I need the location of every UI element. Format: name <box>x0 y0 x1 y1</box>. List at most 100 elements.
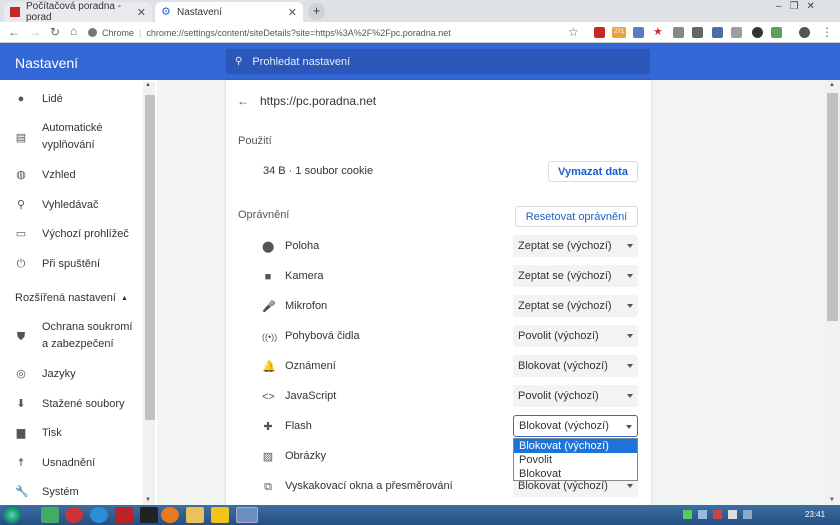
search-placeholder: Prohledat nastavení <box>252 55 351 68</box>
sidebar-item-appearance[interactable]: ◍ Vzhled <box>0 166 142 184</box>
taskbar-chrome-icon[interactable] <box>236 507 258 523</box>
sidebar-item-privacy[interactable]: ⛊ Ochrana soukromí a zabezpečení <box>0 319 142 355</box>
extension-window-icon[interactable] <box>712 27 723 38</box>
extension-shield-icon[interactable] <box>594 27 605 38</box>
scroll-down-icon[interactable]: ▼ <box>829 497 835 503</box>
sidebar-item-people[interactable]: ● Lidé <box>0 90 142 108</box>
camera-icon: ■ <box>264 271 272 283</box>
extension-badge-icon[interactable] <box>673 27 684 38</box>
permission-label: Pohybová čidla <box>285 330 360 342</box>
search-input[interactable]: ⚲ Prohledat nastavení <box>226 49 650 74</box>
sidebar-item-default-browser[interactable]: ▭ Výchozí prohlížeč <box>0 225 142 243</box>
poradna-favicon-icon <box>10 7 20 17</box>
close-tab-icon[interactable]: ✕ <box>288 6 297 19</box>
extension-download-icon[interactable] <box>731 27 742 38</box>
tab-title: Počítačová poradna - porad <box>26 1 122 23</box>
taskbar-app4-icon[interactable] <box>211 507 229 523</box>
extension-q-icon[interactable] <box>692 27 703 38</box>
dropdown-option[interactable]: Blokovat <box>514 467 637 481</box>
tray-app-icon[interactable] <box>743 510 752 519</box>
permission-label: Kamera <box>285 270 324 282</box>
close-tab-icon[interactable]: ✕ <box>137 6 146 19</box>
bookmark-star-icon[interactable]: ☆ <box>568 25 579 39</box>
new-tab-button[interactable]: + <box>308 3 325 20</box>
tray-flag-icon[interactable] <box>713 510 722 519</box>
wrench-icon: 🔧 <box>15 486 29 498</box>
flash-select[interactable]: Blokovat (výchozí) <box>513 415 638 437</box>
code-icon: <> <box>262 391 275 403</box>
close-window-icon[interactable]: ✕ <box>807 1 815 12</box>
back-arrow-icon[interactable]: ← <box>237 94 249 108</box>
sidebar-item-autofill[interactable]: ▤ Automatické vyplňování <box>0 120 142 156</box>
motion-sensors-select[interactable]: Povolit (výchozí) <box>513 325 638 347</box>
sidebar-item-languages[interactable]: ◎ Jazyky <box>0 365 142 383</box>
bell-icon: 🔔 <box>262 361 276 373</box>
tray-network-icon[interactable] <box>698 510 707 519</box>
location-select[interactable]: Zeptat se (výchozí) <box>513 235 638 257</box>
profile-icon[interactable] <box>799 27 810 38</box>
microphone-icon: 🎤 <box>262 301 276 313</box>
taskbar-app3-icon[interactable] <box>140 507 158 523</box>
omnibox[interactable]: Chrome | chrome://settings/content/siteD… <box>88 24 588 41</box>
taskbar-app2-icon[interactable] <box>115 507 133 523</box>
print-icon: ▆ <box>16 427 26 439</box>
main-scrollbar-thumb[interactable] <box>827 93 838 321</box>
minimize-icon[interactable]: – <box>776 1 782 12</box>
notifications-select[interactable]: Blokovat (výchozí) <box>513 355 638 377</box>
microphone-select[interactable]: Zeptat se (výchozí) <box>513 295 638 317</box>
accessibility-icon: ☨ <box>18 457 24 469</box>
sidebar-item-on-startup[interactable]: ⏻ Při spuštění <box>0 255 142 273</box>
shield-icon: ⛊ <box>16 331 26 343</box>
permission-label: Flash <box>285 420 312 432</box>
sidebar-item-print[interactable]: ▆ Tisk <box>0 424 142 442</box>
scroll-up-icon[interactable]: ▲ <box>829 82 835 88</box>
restore-icon[interactable]: ❐ <box>790 1 799 12</box>
javascript-select[interactable]: Povolit (výchozí) <box>513 385 638 407</box>
dropdown-option[interactable]: Blokovat (výchozí) <box>514 439 637 453</box>
sidebar-scrollbar-thumb[interactable] <box>145 95 155 420</box>
menu-icon[interactable]: ⋮ <box>821 25 833 39</box>
dropdown-option[interactable]: Povolit <box>514 453 637 467</box>
globe-icon: ◎ <box>16 368 26 380</box>
chevron-up-icon: ▲ <box>121 294 128 302</box>
taskbar-explorer-icon[interactable] <box>186 507 204 523</box>
reset-permissions-button[interactable]: Resetovat oprávnění <box>515 206 638 227</box>
clipboard-icon: ▤ <box>15 132 27 144</box>
usage-heading: Použití <box>238 135 272 147</box>
tab-poradna[interactable]: Počítačová poradna - porad ✕ <box>4 1 152 23</box>
rss-badge-icon[interactable]: 271 <box>612 27 626 38</box>
extension-s-icon[interactable] <box>752 27 763 38</box>
reload-icon[interactable]: ↻ <box>50 25 60 39</box>
extension-star-icon[interactable]: ★ <box>653 27 664 38</box>
taskbar-app-icon[interactable] <box>41 507 59 523</box>
location-icon: ⬤ <box>262 241 275 253</box>
tray-volume-icon[interactable] <box>728 510 737 519</box>
sidebar-advanced-toggle[interactable]: Rozšířená nastavení ▲ <box>0 289 142 307</box>
page-title: Nastavení <box>15 55 79 71</box>
taskbar-firefox-icon[interactable] <box>161 507 179 523</box>
back-icon[interactable]: ← <box>8 25 20 39</box>
sensors-icon: ((•)) <box>262 332 278 342</box>
taskbar-ie-icon[interactable] <box>90 507 108 523</box>
sidebar-item-downloads[interactable]: ⬇ Stažené soubory <box>0 395 142 413</box>
camera-select[interactable]: Zeptat se (výchozí) <box>513 265 638 287</box>
scroll-up-icon[interactable]: ▲ <box>145 82 151 88</box>
sidebar-item-accessibility[interactable]: ☨ Usnadnění <box>0 454 142 472</box>
popup-icon: ⧉ <box>264 481 272 493</box>
puzzle-icon: ✚ <box>263 421 273 433</box>
tab-settings[interactable]: ⚙ Nastavení ✕ <box>155 2 303 22</box>
scroll-down-icon[interactable]: ▼ <box>145 497 151 503</box>
forward-icon[interactable]: → <box>29 25 41 39</box>
extension-shield2-icon[interactable] <box>633 27 644 38</box>
extension-dollar-icon[interactable] <box>771 27 782 38</box>
tray-check-icon[interactable] <box>683 510 692 519</box>
tab-title: Nastavení <box>177 6 223 18</box>
home-icon[interactable]: ⌂ <box>70 24 77 38</box>
start-button-icon[interactable] <box>3 506 21 524</box>
search-icon: ⚲ <box>16 199 26 211</box>
clear-data-button[interactable]: Vymazat data <box>548 161 638 182</box>
sidebar-item-search-engine[interactable]: ⚲ Vyhledávač <box>0 196 142 214</box>
taskbar-clock[interactable]: 23:41 <box>805 510 825 519</box>
taskbar-vivaldi-icon[interactable] <box>65 507 83 523</box>
sidebar-item-system[interactable]: 🔧 Systém <box>0 483 142 501</box>
